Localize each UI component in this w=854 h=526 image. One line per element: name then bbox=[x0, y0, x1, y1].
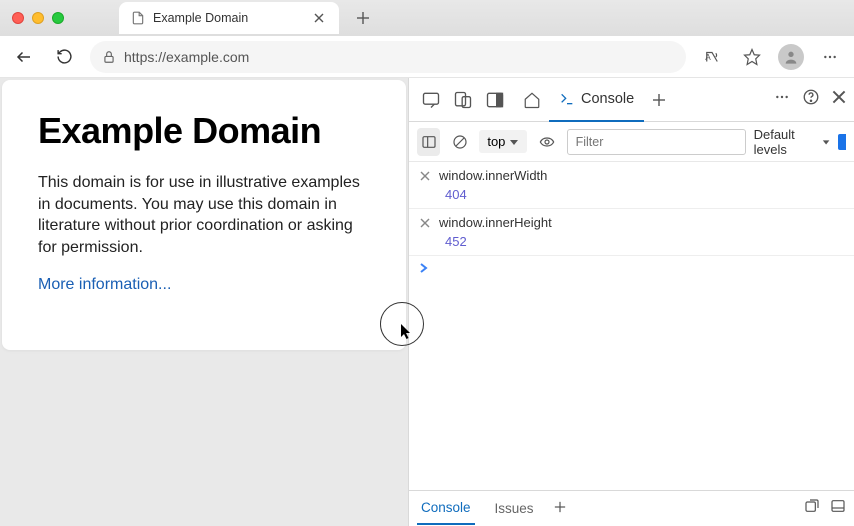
page-favicon-icon bbox=[131, 11, 145, 25]
console-tab[interactable]: Console bbox=[549, 78, 644, 122]
more-information-link[interactable]: More information... bbox=[38, 276, 171, 293]
page-viewport: Example Domain This domain is for use in… bbox=[0, 78, 408, 526]
devtools-header: Console bbox=[409, 78, 854, 122]
delete-entry-button[interactable] bbox=[419, 217, 431, 229]
console-entry: window.innerHeight 452 bbox=[409, 209, 854, 256]
page-heading: Example Domain bbox=[38, 110, 370, 152]
issues-indicator-icon[interactable] bbox=[838, 134, 846, 150]
chevron-right-icon bbox=[419, 262, 429, 277]
profile-avatar[interactable] bbox=[778, 44, 804, 70]
devtools-help-button[interactable] bbox=[802, 88, 820, 111]
drawer-console-tab[interactable]: Console bbox=[417, 492, 475, 525]
reload-button[interactable] bbox=[50, 43, 78, 71]
console-tab-label: Console bbox=[581, 91, 634, 107]
log-levels-label: Default levels bbox=[754, 127, 818, 157]
execution-context-label: top bbox=[487, 134, 505, 149]
console-output-value: 404 bbox=[419, 187, 844, 202]
back-button[interactable] bbox=[10, 43, 38, 71]
dock-side-button[interactable] bbox=[481, 84, 509, 116]
console-entry: window.innerWidth 404 bbox=[409, 162, 854, 209]
page-body-text: This domain is for use in illustrative e… bbox=[38, 172, 370, 258]
address-bar[interactable]: https://example.com bbox=[90, 41, 686, 73]
console-input-code: window.innerWidth bbox=[439, 168, 547, 183]
execution-context-selector[interactable]: top bbox=[479, 130, 527, 153]
devtools-panel: Console bbox=[408, 78, 854, 526]
console-prompt[interactable] bbox=[409, 256, 854, 283]
clear-console-button[interactable] bbox=[448, 128, 471, 156]
filter-input[interactable] bbox=[567, 129, 746, 155]
log-levels-selector[interactable]: Default levels bbox=[754, 127, 830, 157]
toggle-sidebar-button[interactable] bbox=[417, 128, 440, 156]
drawer-add-tab-button[interactable] bbox=[554, 500, 566, 518]
read-aloud-button[interactable]: A bbox=[698, 43, 726, 71]
browser-tab[interactable]: Example Domain bbox=[119, 2, 339, 34]
window-close-button[interactable] bbox=[12, 12, 24, 24]
console-output-value: 452 bbox=[419, 234, 844, 249]
more-menu-button[interactable] bbox=[816, 43, 844, 71]
devtools-drawer: Console Issues bbox=[409, 490, 854, 526]
inspect-element-button[interactable] bbox=[417, 84, 445, 116]
drawer-collapse-button[interactable] bbox=[830, 498, 846, 519]
console-output: window.innerWidth 404 window.innerHeight… bbox=[409, 162, 854, 490]
new-tab-button[interactable] bbox=[349, 4, 377, 32]
console-toolbar: top Default levels bbox=[409, 122, 854, 162]
devtools-settings-button[interactable] bbox=[774, 89, 790, 110]
welcome-tab[interactable] bbox=[519, 84, 545, 116]
favorite-button[interactable] bbox=[738, 43, 766, 71]
window-titlebar: Example Domain bbox=[0, 0, 854, 36]
traffic-lights bbox=[12, 12, 64, 24]
lock-icon bbox=[102, 50, 116, 64]
svg-text:A: A bbox=[705, 53, 711, 62]
drawer-issues-tab[interactable]: Issues bbox=[491, 493, 538, 524]
device-emulation-button[interactable] bbox=[449, 84, 477, 116]
tab-title: Example Domain bbox=[153, 11, 303, 25]
address-url: https://example.com bbox=[124, 49, 249, 65]
delete-entry-button[interactable] bbox=[419, 170, 431, 182]
window-maximize-button[interactable] bbox=[52, 12, 64, 24]
tab-close-button[interactable] bbox=[311, 10, 327, 26]
devtools-close-button[interactable] bbox=[832, 90, 846, 109]
browser-toolbar: https://example.com A bbox=[0, 36, 854, 78]
more-tabs-button[interactable] bbox=[648, 84, 670, 116]
window-minimize-button[interactable] bbox=[32, 12, 44, 24]
console-input-code: window.innerHeight bbox=[439, 215, 552, 230]
drawer-expand-button[interactable] bbox=[804, 498, 820, 519]
live-expression-button[interactable] bbox=[535, 128, 558, 156]
